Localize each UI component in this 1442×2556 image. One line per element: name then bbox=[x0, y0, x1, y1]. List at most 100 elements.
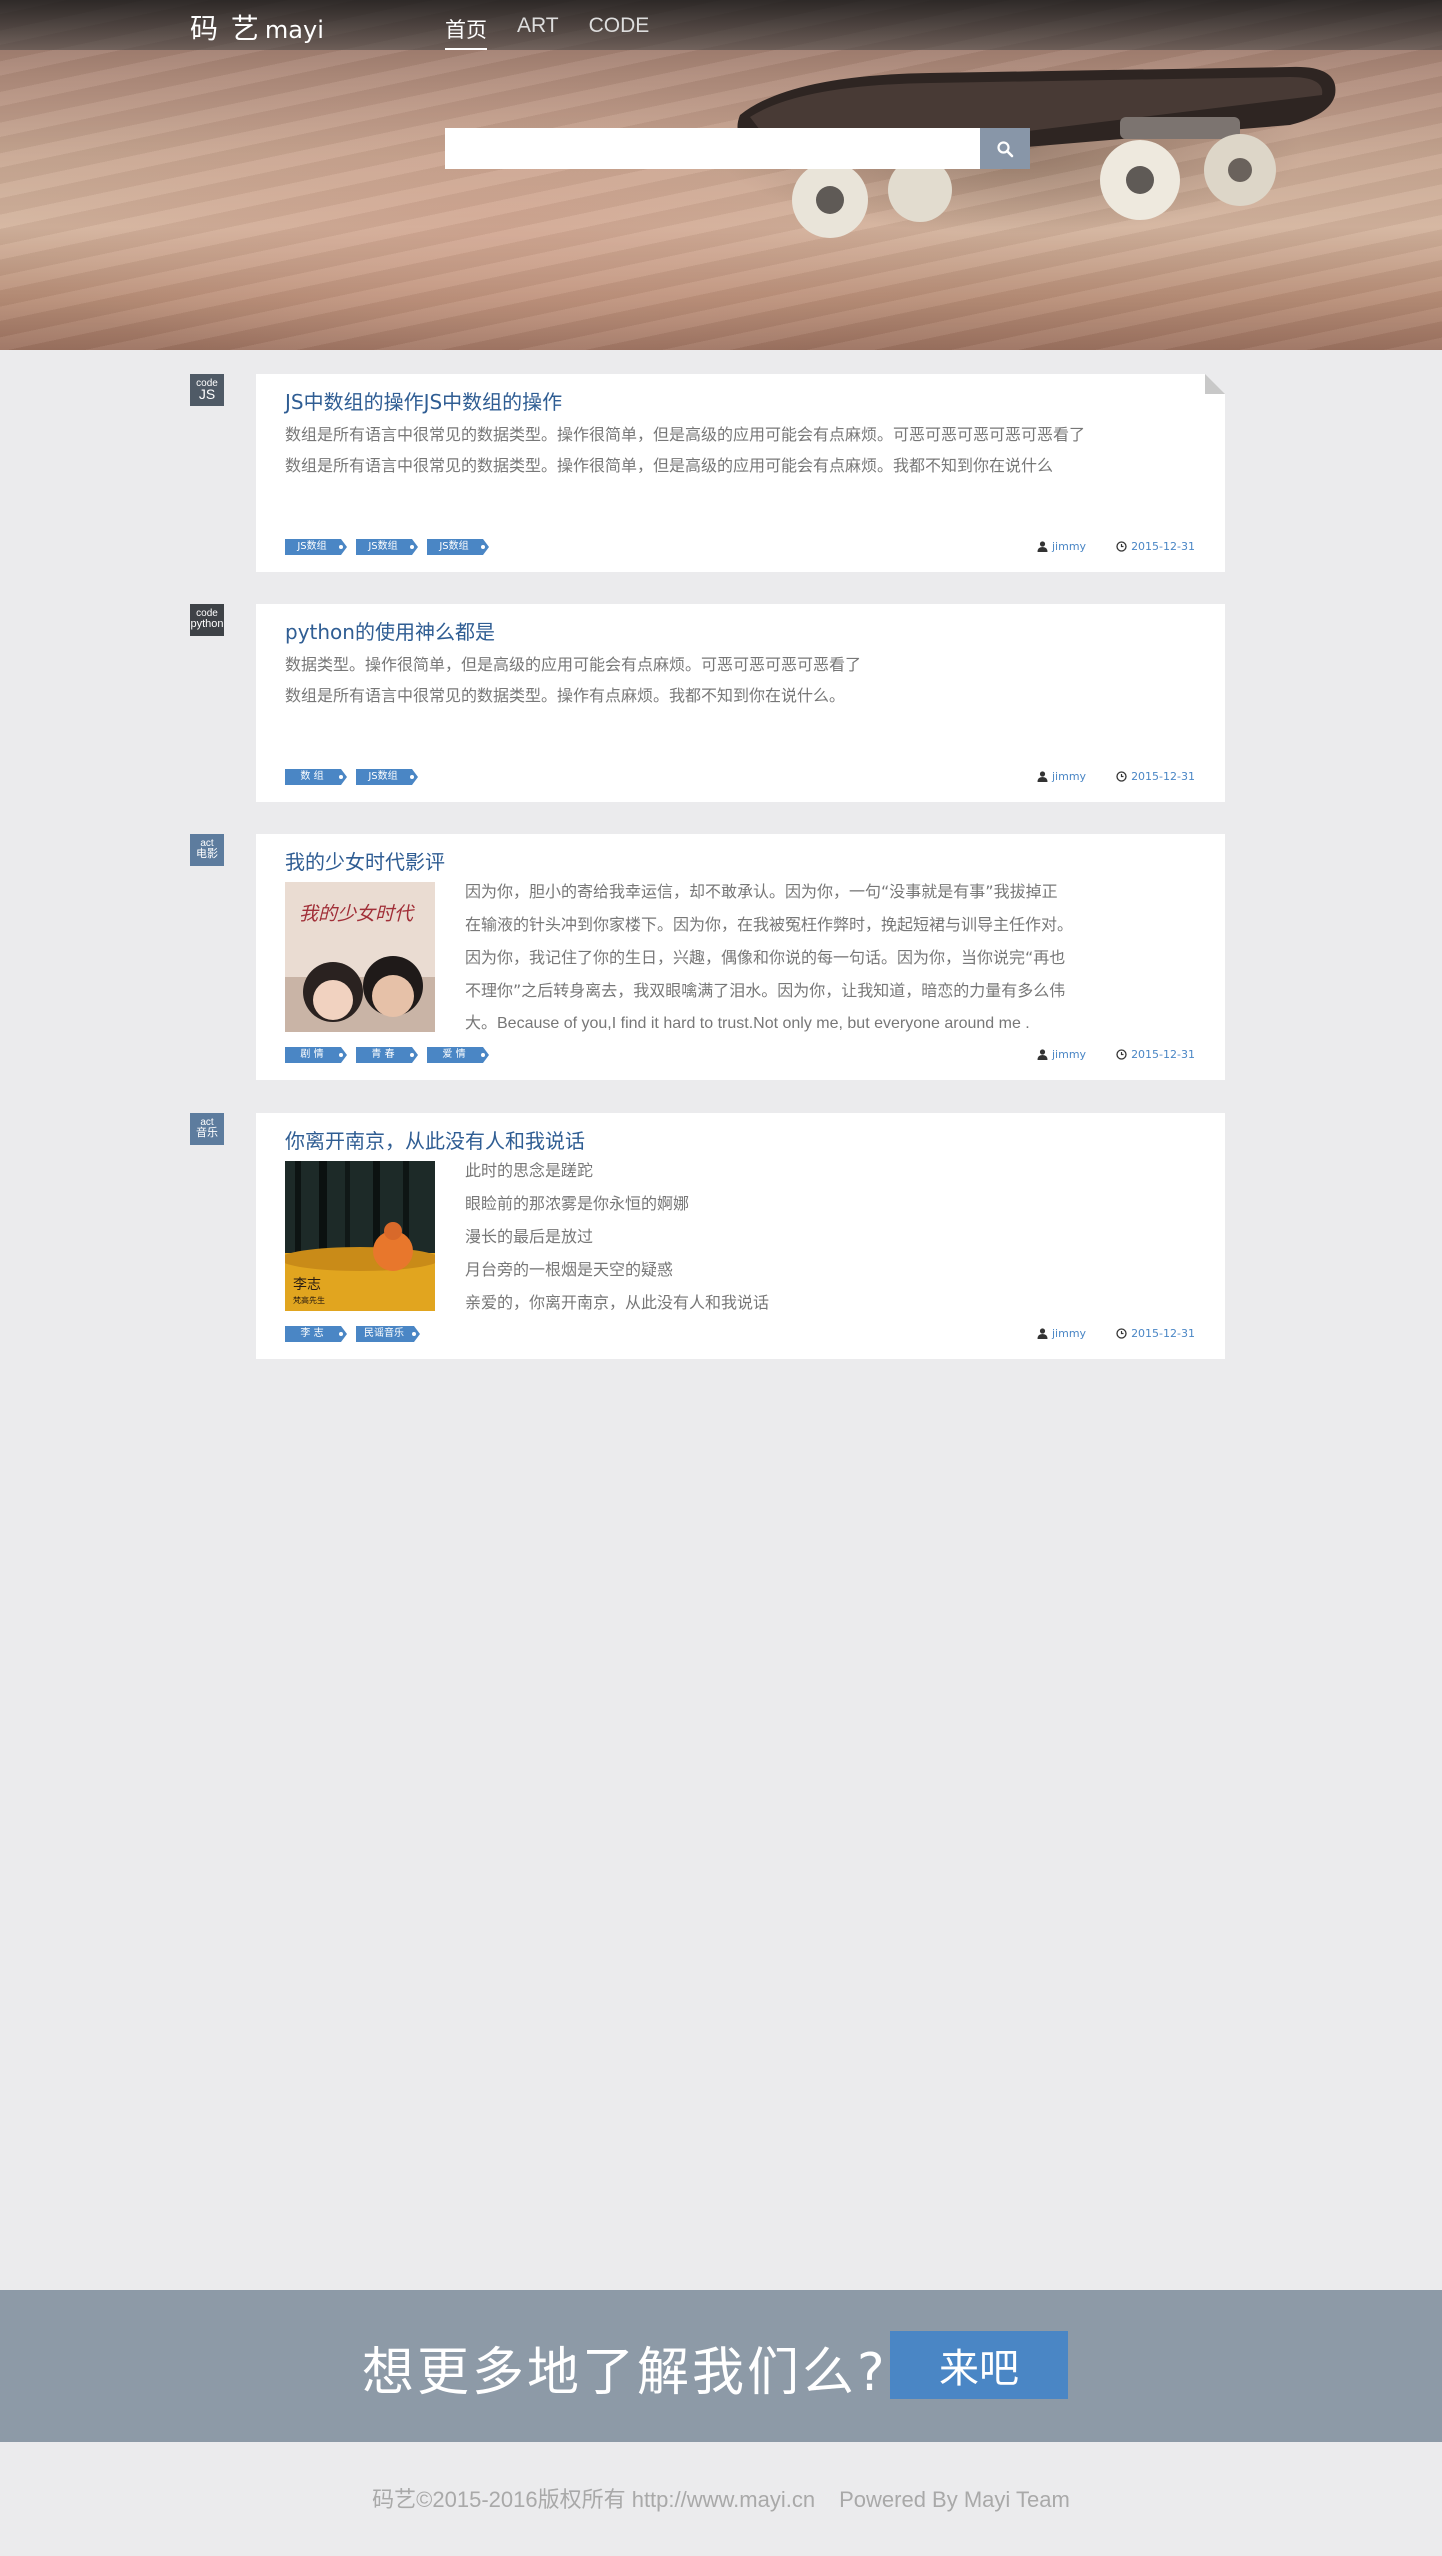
hero-banner bbox=[0, 0, 1442, 350]
date-text: 2015-12-31 bbox=[1131, 1327, 1195, 1340]
post-date: 2015-12-31 bbox=[1116, 1327, 1195, 1340]
album-artist: 李志 bbox=[293, 1277, 321, 1293]
excerpt-line: 眼睑前的那浓雾是你永恒的婀娜 bbox=[465, 1194, 690, 1213]
date-text: 2015-12-31 bbox=[1131, 540, 1195, 553]
powered-by-text: Powered By Mayi Team bbox=[839, 2487, 1070, 2512]
tag[interactable]: 剧 情 bbox=[285, 1047, 347, 1063]
nav-item-home[interactable]: 首页 bbox=[445, 14, 487, 50]
user-icon bbox=[1037, 771, 1048, 782]
post-title[interactable]: JS中数组的操作JS中数组的操作 bbox=[285, 386, 562, 415]
author-name: jimmy bbox=[1052, 1327, 1087, 1340]
category-big: JS bbox=[198, 386, 216, 402]
tag[interactable]: 爱 情 bbox=[427, 1047, 489, 1063]
category-big: python bbox=[190, 618, 224, 630]
tag[interactable]: 民谣音乐 bbox=[356, 1326, 420, 1342]
post-card: python的使用神么都是 数据类型。操作很简单，但是高级的应用可能会有点麻烦。… bbox=[256, 604, 1225, 802]
tag[interactable]: JS数组 bbox=[356, 769, 418, 785]
category-big: 音乐 bbox=[196, 1127, 218, 1139]
post-title[interactable]: python的使用神么都是 bbox=[285, 616, 495, 645]
author[interactable]: jimmy bbox=[1037, 1327, 1086, 1340]
search-button[interactable] bbox=[980, 128, 1030, 169]
logo-cn: 码 艺 bbox=[190, 12, 261, 45]
tag[interactable]: 数 组 bbox=[285, 769, 347, 785]
post-meta: jimmy 2015-12-31 bbox=[1037, 540, 1195, 553]
nav-item-art[interactable]: ART bbox=[517, 14, 559, 50]
tag-list: JS数组 JS数组 JS数组 bbox=[285, 539, 489, 555]
main-nav: 首页 ART CODE bbox=[445, 14, 649, 50]
excerpt-line: 数据类型。操作很简单，但是高级的应用可能会有点麻烦。可恶可恶可恶可恶看了 bbox=[285, 655, 862, 674]
page-fold-corner bbox=[1205, 374, 1225, 394]
category-big: 电影 bbox=[196, 848, 218, 860]
user-icon bbox=[1037, 1328, 1048, 1339]
search-bar bbox=[445, 128, 1030, 169]
footer: 码艺©2015-2016版权所有 http://www.mayi.cn Power… bbox=[0, 2442, 1442, 2556]
excerpt-line: 因为你，胆小的寄给我幸运信，却不敢承认。因为你，一句“没事就是有事”我拔掉正 bbox=[465, 882, 1058, 901]
excerpt-line: 在输液的针头冲到你家楼下。因为你，在我被冤枉作弊时，挽起短裙与训导主任作对。 bbox=[465, 915, 1074, 934]
cta-button[interactable]: 来吧 bbox=[890, 2331, 1068, 2399]
post-meta: jimmy 2015-12-31 bbox=[1037, 770, 1195, 783]
search-icon bbox=[997, 140, 1014, 157]
search-input[interactable] bbox=[445, 128, 980, 169]
post-meta: jimmy 2015-12-31 bbox=[1037, 1327, 1195, 1340]
post-item: act 音乐 你离开南京，从此没有人和我说话 李志 梵高先生 此时的思念是蹉跎 bbox=[190, 1113, 1225, 1359]
excerpt-line: 此时的思念是蹉跎 bbox=[465, 1161, 594, 1180]
post-meta: jimmy 2015-12-31 bbox=[1037, 1048, 1195, 1061]
author[interactable]: jimmy bbox=[1037, 770, 1086, 783]
album-cover-thumbnail[interactable]: 李志 梵高先生 bbox=[285, 1161, 435, 1311]
excerpt-line: 数组是所有语言中很常见的数据类型。操作有点麻烦。我都不知到你在说什么。 bbox=[285, 686, 846, 705]
movie-poster-thumbnail[interactable]: 我的少女时代 bbox=[285, 882, 435, 1032]
post-title[interactable]: 我的少女时代影评 bbox=[285, 846, 445, 875]
date-text: 2015-12-31 bbox=[1131, 770, 1195, 783]
post-card: 你离开南京，从此没有人和我说话 李志 梵高先生 此时的思念是蹉跎 眼睑前的那浓雾… bbox=[256, 1113, 1225, 1359]
author-name: jimmy bbox=[1052, 540, 1087, 553]
post-card: 我的少女时代影评 我的少女时代 因为你，胆小的寄给我幸运信，却不敢承认。因为你，… bbox=[256, 834, 1225, 1080]
clock-icon bbox=[1116, 771, 1127, 782]
clock-icon bbox=[1116, 1328, 1127, 1339]
excerpt-line: 不理你”之后转身离去，我双眼噙满了泪水。因为你，让我知道，暗恋的力量有多么伟 bbox=[465, 981, 1066, 1000]
post-excerpt: 因为你，胆小的寄给我幸运信，却不敢承认。因为你，一句“没事就是有事”我拔掉正 在… bbox=[465, 875, 1200, 1040]
top-navbar: 码 艺 mayi 首页 ART CODE bbox=[0, 0, 1442, 50]
author-name: jimmy bbox=[1052, 770, 1087, 783]
tag[interactable]: JS数组 bbox=[285, 539, 347, 555]
tag-list: 数 组 JS数组 bbox=[285, 769, 418, 785]
excerpt-line: 数组是所有语言中很常见的数据类型。操作很简单，但是高级的应用可能会有点麻烦。我都… bbox=[285, 456, 1054, 475]
tag[interactable]: JS数组 bbox=[356, 539, 418, 555]
tag[interactable]: 青 春 bbox=[356, 1047, 418, 1063]
post-card: JS中数组的操作JS中数组的操作 数组是所有语言中很常见的数据类型。操作很简单，… bbox=[256, 374, 1225, 572]
tag-list: 剧 情 青 春 爱 情 bbox=[285, 1047, 489, 1063]
excerpt-line: 月台旁的一根烟是天空的疑惑 bbox=[465, 1260, 674, 1279]
author[interactable]: jimmy bbox=[1037, 1048, 1086, 1061]
footer-text: 码艺©2015-2016版权所有 http://www.mayi.cn Power… bbox=[0, 2482, 1442, 2514]
album-name: 梵高先生 bbox=[293, 1295, 325, 1305]
poster-image: 我的少女时代 bbox=[285, 882, 435, 1032]
post-item: code JS JS中数组的操作JS中数组的操作 数组是所有语言中很常见的数据类… bbox=[190, 374, 1225, 572]
excerpt-line: 大。Because of you,I find it hard to trust… bbox=[465, 1015, 1030, 1032]
poster-title: 我的少女时代 bbox=[299, 903, 415, 925]
post-excerpt: 此时的思念是蹉跎 眼睑前的那浓雾是你永恒的婀娜 漫长的最后是放过 月台旁的一根烟… bbox=[465, 1154, 1200, 1319]
nav-item-code[interactable]: CODE bbox=[589, 14, 650, 50]
site-logo[interactable]: 码 艺 mayi bbox=[190, 7, 324, 47]
post-excerpt: 数据类型。操作很简单，但是高级的应用可能会有点麻烦。可恶可恶可恶可恶看了 数组是… bbox=[285, 649, 1205, 711]
tag[interactable]: 李 志 bbox=[285, 1326, 347, 1342]
author[interactable]: jimmy bbox=[1037, 540, 1086, 553]
category-badge[interactable]: act 音乐 bbox=[190, 1113, 224, 1145]
copyright-text: 码艺©2015-2016版权所有 http://www.mayi.cn bbox=[372, 2487, 816, 2512]
logo-en: mayi bbox=[264, 16, 324, 44]
tag-list: 李 志 民谣音乐 bbox=[285, 1326, 420, 1342]
post-item: code python python的使用神么都是 数据类型。操作很简单，但是高… bbox=[190, 604, 1225, 802]
tag[interactable]: JS数组 bbox=[427, 539, 489, 555]
post-date: 2015-12-31 bbox=[1116, 1048, 1195, 1061]
clock-icon bbox=[1116, 1049, 1127, 1060]
post-date: 2015-12-31 bbox=[1116, 770, 1195, 783]
category-badge[interactable]: code python bbox=[190, 604, 224, 636]
call-to-action-bar: 想更多地了解我们么? 来吧 bbox=[0, 2290, 1442, 2442]
category-badge[interactable]: code JS bbox=[190, 374, 224, 406]
post-date: 2015-12-31 bbox=[1116, 540, 1195, 553]
date-text: 2015-12-31 bbox=[1131, 1048, 1195, 1061]
author-name: jimmy bbox=[1052, 1048, 1087, 1061]
cta-text: 想更多地了解我们么? bbox=[362, 2343, 888, 2403]
category-badge[interactable]: act 电影 bbox=[190, 834, 224, 866]
post-excerpt: 数组是所有语言中很常见的数据类型。操作很简单，但是高级的应用可能会有点麻烦。可恶… bbox=[285, 419, 1205, 481]
post-item: act 电影 我的少女时代影评 我的少女时代 因为你，胆小的寄给我幸运信，却不敢… bbox=[190, 834, 1225, 1080]
post-title[interactable]: 你离开南京，从此没有人和我说话 bbox=[285, 1125, 585, 1154]
